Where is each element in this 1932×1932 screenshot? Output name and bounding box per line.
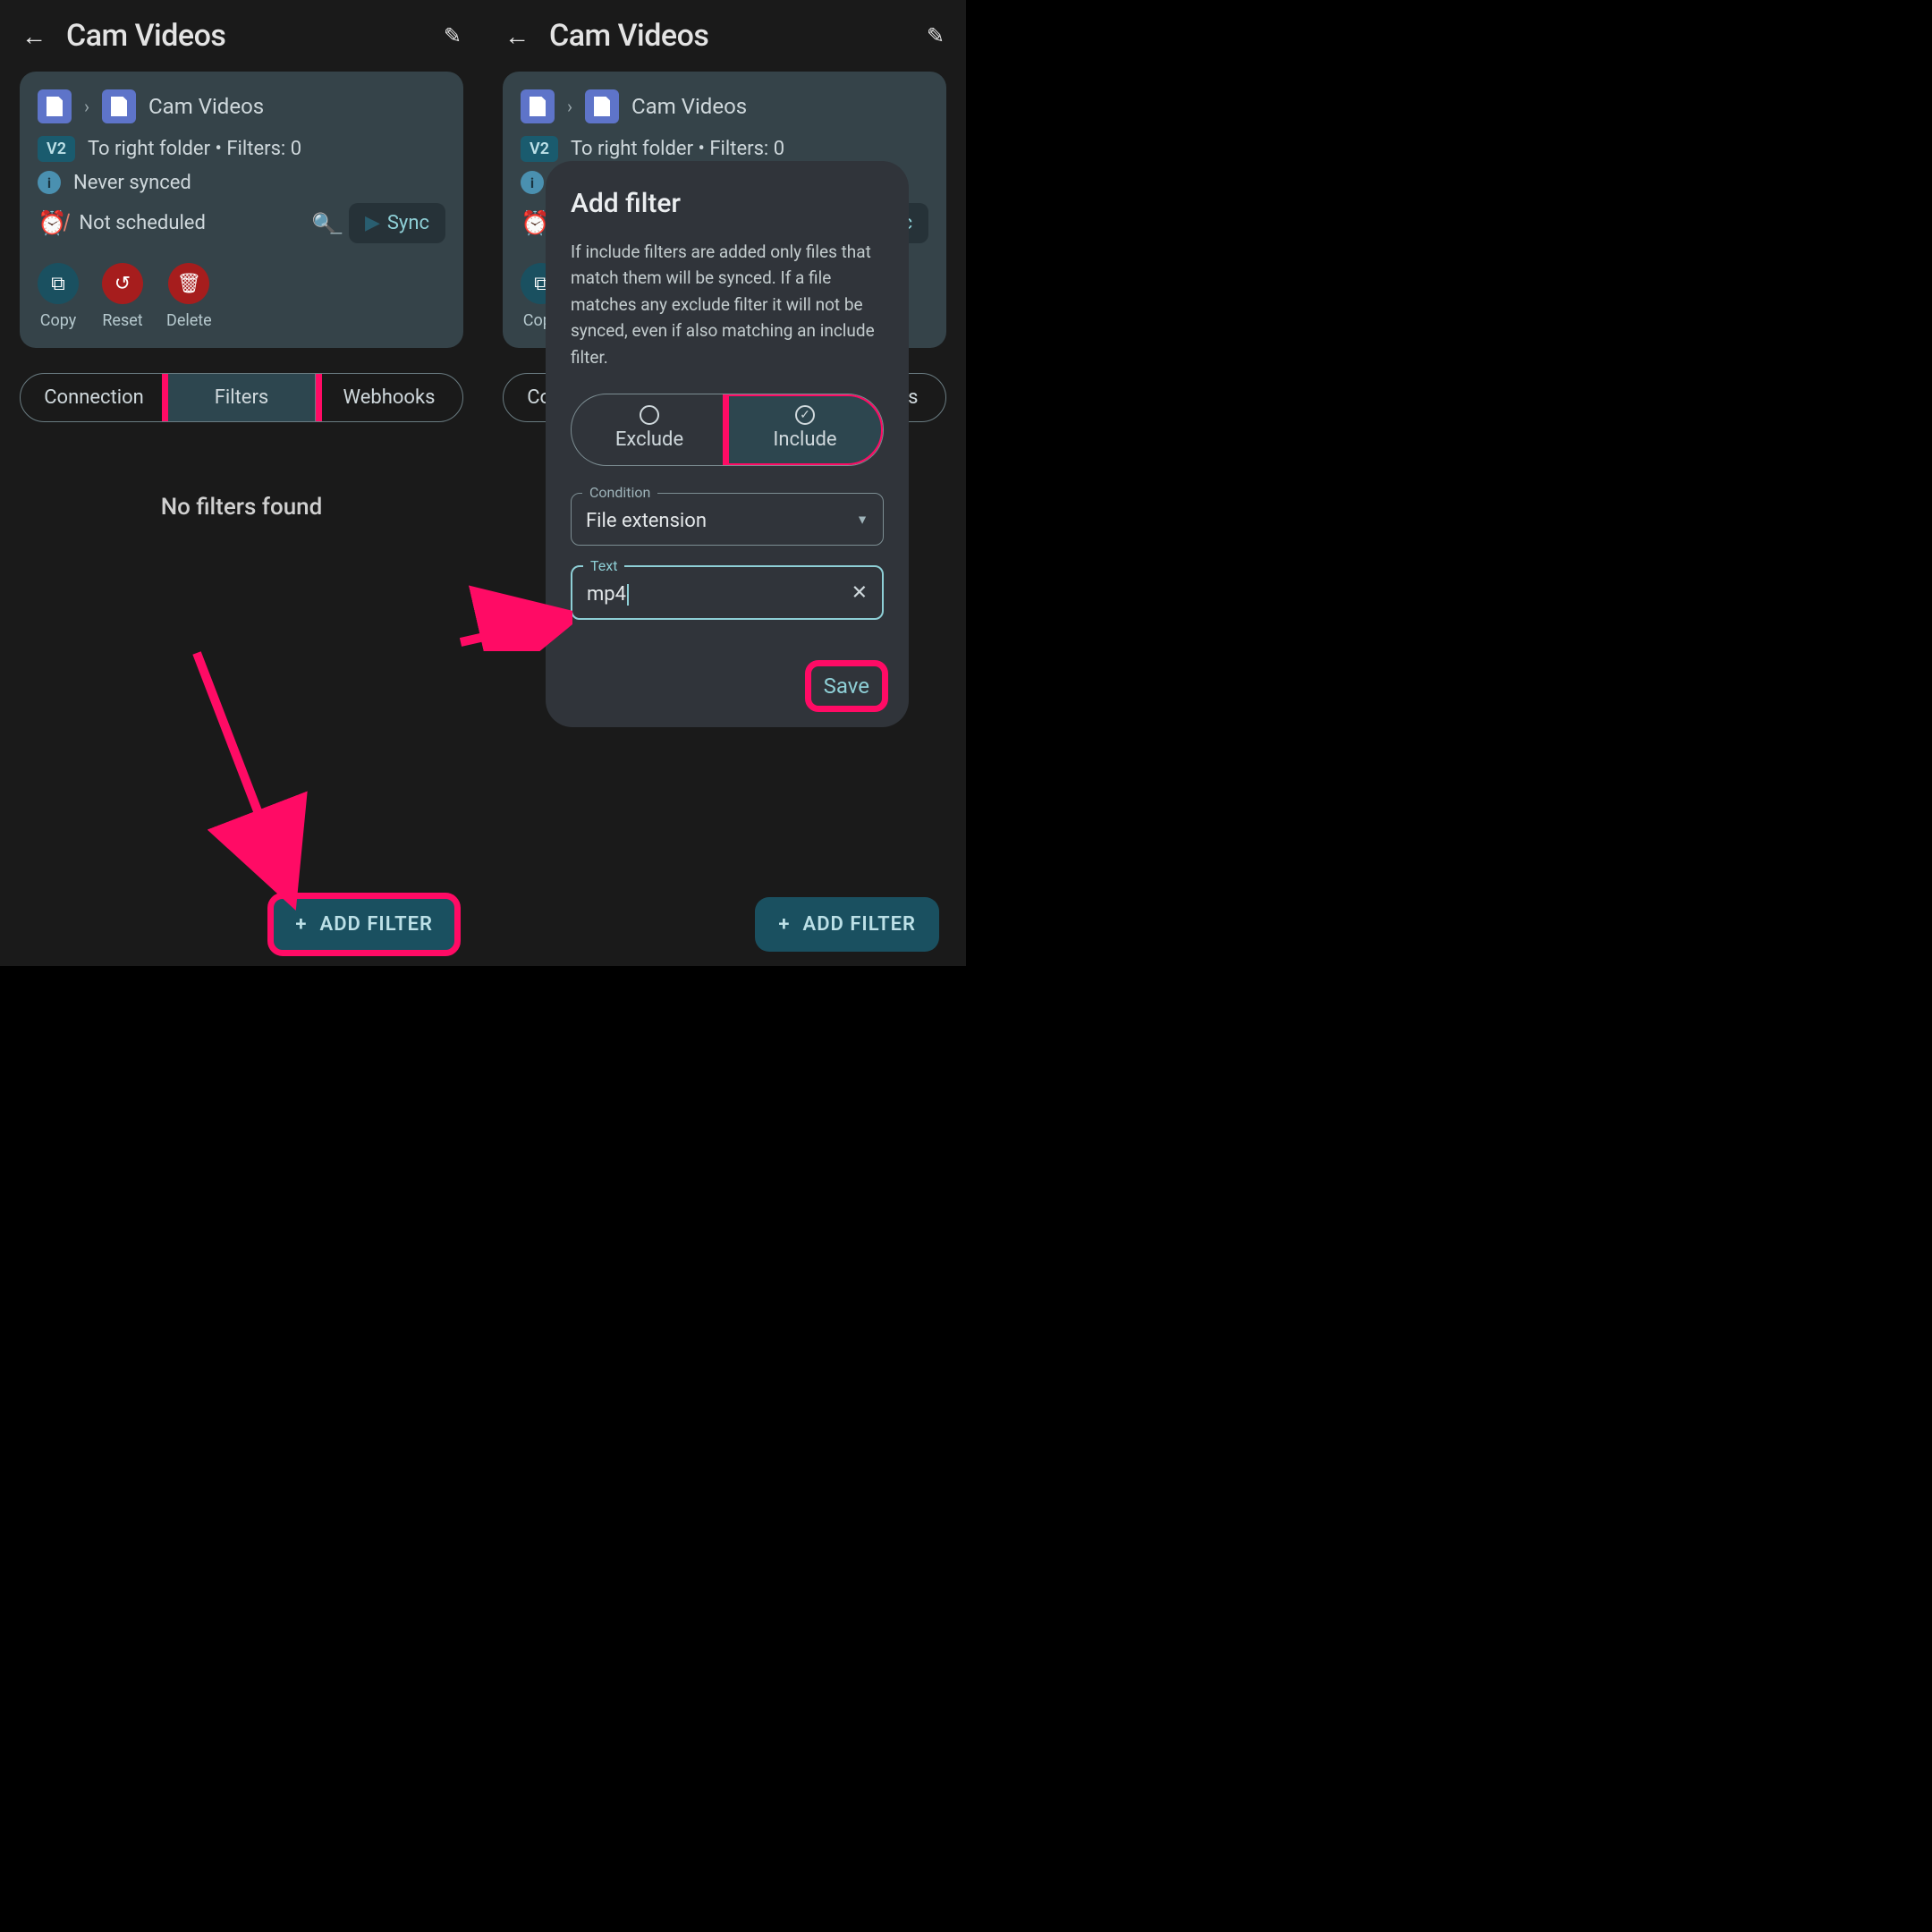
path-name: Cam Videos	[148, 94, 264, 119]
direction-row: V2 To right folder • Filters: 0	[38, 136, 445, 162]
add-filter-dialog: Add filter If include filters are added …	[546, 161, 909, 727]
radio-unchecked-icon	[640, 405, 659, 425]
fab-label: ADD FILTER	[320, 913, 433, 936]
annotation-arrow-text	[456, 580, 572, 651]
direction-text: To right folder • Filters: 0	[88, 138, 301, 160]
annotation-arrow-fab	[188, 644, 313, 912]
dialog-description: If include filters are added only files …	[571, 239, 884, 370]
path-chevron-icon: ›	[84, 96, 89, 117]
text-value: mp4	[587, 583, 629, 606]
copy-label: Copy	[40, 311, 77, 330]
schedule-text: Not scheduled	[79, 212, 206, 234]
reset-label: Reset	[102, 311, 142, 330]
delete-label: Delete	[166, 311, 212, 330]
sync-button[interactable]: ▶ Sync	[349, 203, 445, 243]
version-badge: V2	[38, 136, 75, 162]
sync-summary-card: › Cam Videos V2 To right folder • Filter…	[20, 72, 463, 348]
tab-webhooks[interactable]: Webhooks	[316, 374, 462, 421]
edit-pencil-icon[interactable]: ✎	[444, 23, 462, 48]
sync-status-row: i Never synced	[38, 171, 445, 194]
delete-action[interactable]: 🗑 Delete	[166, 263, 212, 330]
tab-connection[interactable]: Connection	[21, 374, 168, 421]
segment-include-label: Include	[773, 428, 836, 451]
condition-field-label: Condition	[582, 484, 657, 501]
segment-exclude[interactable]: Exclude	[572, 394, 727, 465]
play-icon: ▶	[365, 212, 380, 234]
info-icon: i	[38, 171, 61, 194]
plus-icon: +	[295, 913, 307, 936]
clear-text-icon[interactable]: ✕	[852, 581, 868, 604]
text-field-label: Text	[583, 557, 624, 574]
card-actions-row: ⧉ Copy ↺ Reset 🗑 Delete	[38, 263, 445, 330]
panel-left: ← Cam Videos ✎ › Cam Videos V2 To right …	[0, 0, 483, 966]
dialog-overlay: Add filter If include filters are added …	[483, 0, 966, 966]
segment-include[interactable]: ✓ Include	[727, 394, 883, 465]
save-button[interactable]: Save	[809, 665, 884, 708]
schedule-row: ⏰̸ Not scheduled 🔍̲ ▶ Sync	[38, 203, 445, 243]
copy-icon: ⧉	[38, 263, 79, 304]
sync-button-label: Sync	[387, 212, 429, 234]
sd-card-right-icon[interactable]	[102, 89, 136, 123]
back-arrow-icon[interactable]: ←	[21, 21, 47, 51]
panel-right: ← Cam Videos ✎ › Cam Videos V2 To right …	[483, 0, 966, 966]
activity-icon[interactable]: 🔍̲	[312, 212, 336, 235]
empty-filters-message: No filters found	[0, 494, 483, 521]
reset-action[interactable]: ↺ Reset	[102, 263, 143, 330]
page-title: Cam Videos	[66, 18, 424, 54]
alarm-off-icon: ⏰̸	[38, 209, 66, 237]
trash-icon: 🗑	[168, 263, 209, 304]
path-row: › Cam Videos	[38, 89, 445, 123]
condition-dropdown[interactable]: Condition File extension ▼	[571, 493, 884, 546]
sd-card-left-icon[interactable]	[38, 89, 72, 123]
sync-status-text: Never synced	[73, 172, 191, 194]
text-input-field[interactable]: Text mp4 ✕	[571, 565, 884, 620]
text-cursor	[627, 584, 629, 606]
dropdown-chevron-icon: ▼	[856, 512, 869, 527]
tabs-segmented: Connection Filters Webhooks	[20, 373, 463, 422]
dialog-actions: Save	[571, 665, 884, 708]
reset-icon: ↺	[102, 263, 143, 304]
condition-value: File extension	[586, 510, 707, 532]
segment-exclude-label: Exclude	[615, 428, 683, 451]
filter-type-segment: Exclude ✓ Include	[571, 394, 884, 466]
dialog-title: Add filter	[571, 188, 884, 219]
tab-filters[interactable]: Filters	[168, 374, 316, 421]
topbar: ← Cam Videos ✎	[0, 0, 483, 72]
copy-action[interactable]: ⧉ Copy	[38, 263, 79, 330]
radio-checked-icon: ✓	[795, 405, 815, 425]
